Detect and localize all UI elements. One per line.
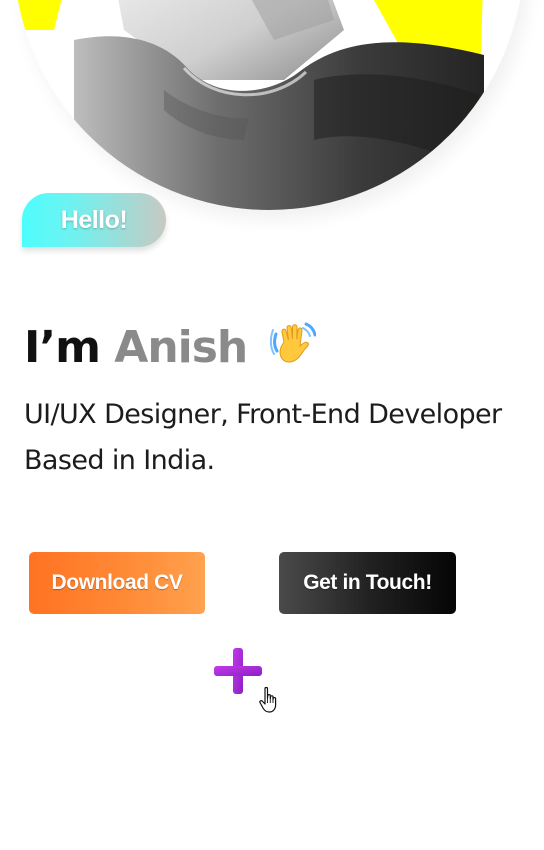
download-cv-label: Download CV	[51, 571, 183, 594]
tagline: UI/UX Designer, Front-End Developer Base…	[24, 392, 544, 484]
intro-heading: I’m Anish	[24, 316, 316, 380]
tagline-line-location: Based in India.	[24, 445, 215, 476]
greeting-prefix: I’m	[24, 322, 101, 373]
waving-hand-icon	[269, 320, 316, 366]
profile-photo	[14, 0, 524, 210]
get-in-touch-button[interactable]: Get in Touch!	[279, 552, 456, 614]
hello-badge: Hello!	[22, 193, 166, 247]
hello-text: Hello!	[60, 205, 128, 234]
tagline-line-role: UI/UX Designer, Front-End Developer	[24, 399, 502, 430]
download-cv-button[interactable]: Download CV	[29, 552, 205, 614]
profile-name: Anish	[114, 322, 248, 373]
get-in-touch-label: Get in Touch!	[303, 571, 432, 594]
hand-pointer-cursor-icon	[258, 686, 280, 718]
plus-icon	[212, 646, 264, 702]
profile-photo-illustration	[14, 0, 524, 210]
